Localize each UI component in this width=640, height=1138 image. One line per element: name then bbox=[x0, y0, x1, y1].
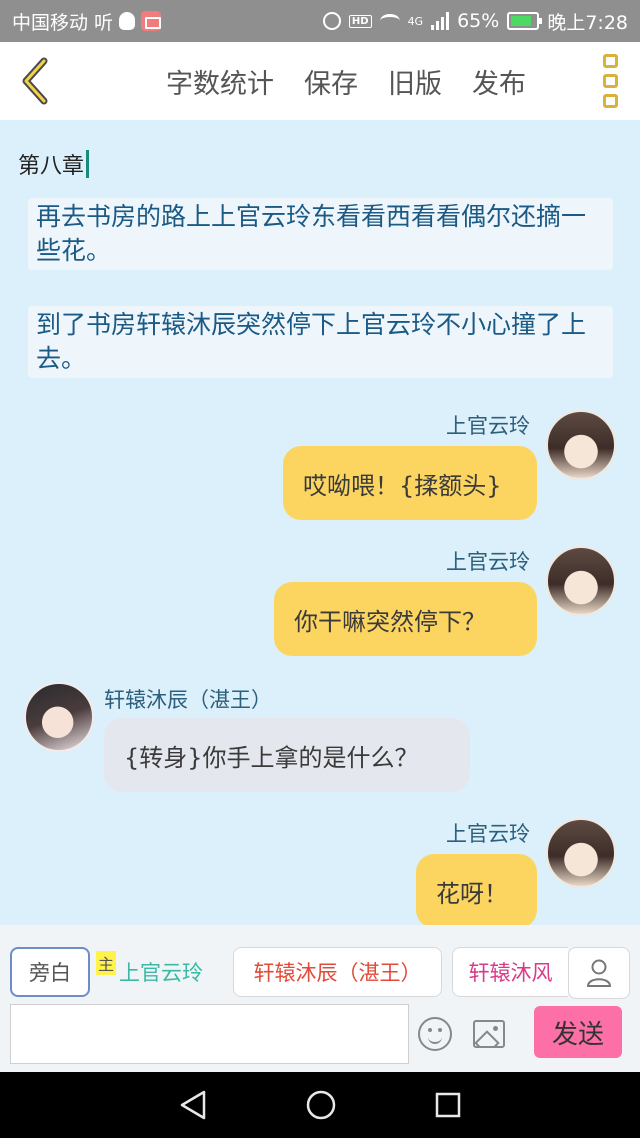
wifi-icon bbox=[379, 14, 400, 28]
speaker-name: 上官云玲 bbox=[446, 414, 530, 438]
send-button[interactable]: 发送 bbox=[534, 1006, 622, 1058]
back-triangle-icon[interactable] bbox=[178, 1089, 208, 1121]
old-version-button[interactable]: 旧版 bbox=[388, 62, 442, 101]
home-circle-icon[interactable] bbox=[305, 1089, 337, 1121]
image-icon[interactable] bbox=[473, 1020, 505, 1048]
status-bar: 中国移动 听 HD 4G 65% 晚上7:28 bbox=[0, 0, 640, 42]
alarm-icon bbox=[322, 12, 341, 30]
word-count-button[interactable]: 字数统计 bbox=[166, 62, 274, 101]
avatar[interactable] bbox=[24, 682, 94, 752]
speaker-name: 轩辕沐辰（湛王） bbox=[104, 688, 272, 712]
hd-icon: HD bbox=[348, 14, 372, 28]
app-header: 字数统计 保存 旧版 发布 bbox=[0, 42, 640, 120]
back-button[interactable] bbox=[0, 42, 70, 120]
user-icon bbox=[586, 959, 612, 987]
text-cursor bbox=[86, 150, 90, 178]
dialog-bubble[interactable]: 哎呦喂！{揉额头} bbox=[283, 446, 537, 520]
chapter-title[interactable]: 第八章 bbox=[18, 148, 90, 180]
signal-icon bbox=[431, 12, 450, 30]
avatar[interactable] bbox=[546, 818, 616, 888]
carrier-extra-label: 听 bbox=[94, 11, 114, 34]
dialog-bubble[interactable]: 你干嘛突然停下？ bbox=[274, 582, 537, 656]
dialog-bubble[interactable]: 花呀！ bbox=[416, 854, 537, 925]
clock: 晚上7:28 bbox=[547, 11, 628, 34]
carrier-label: 中国移动 bbox=[12, 11, 89, 34]
dialog-bubble[interactable]: {转身}你手上拿的是什么？ bbox=[104, 718, 470, 792]
recents-square-icon[interactable] bbox=[434, 1091, 462, 1119]
battery-icon bbox=[507, 12, 543, 30]
more-vertical-icon[interactable] bbox=[603, 54, 618, 108]
role-manager-button[interactable] bbox=[568, 947, 630, 999]
avatar[interactable] bbox=[546, 410, 616, 480]
system-nav-bar bbox=[0, 1072, 640, 1138]
chapter-title-text: 第八章 bbox=[18, 154, 85, 179]
narration-card[interactable]: 到了书房轩辕沐辰突然停下上官云玲不小心撞了上去。 bbox=[28, 306, 613, 378]
role-chip-xuanyuan-mufeng[interactable]: 轩辕沐风 bbox=[452, 947, 568, 997]
narration-card[interactable]: 再去书房的路上上官云玲东看看西看看偶尔还摘一些花。 bbox=[28, 198, 613, 270]
message-input[interactable] bbox=[10, 1004, 409, 1064]
status-right: HD 4G 65% 晚上7:28 bbox=[322, 8, 628, 35]
composer-panel: 旁白 主 上官云玲 轩辕沐辰（湛王） 轩辕沐风 发送 bbox=[0, 925, 640, 1072]
role-chip-narrator[interactable]: 旁白 bbox=[10, 947, 90, 997]
emoji-icon[interactable] bbox=[418, 1017, 452, 1051]
role-chip-xuanyuan-muchen[interactable]: 轩辕沐辰（湛王） bbox=[233, 947, 442, 997]
speaker-name: 上官云玲 bbox=[446, 550, 530, 574]
save-button[interactable]: 保存 bbox=[304, 62, 358, 101]
status-left: 中国移动 听 bbox=[12, 8, 162, 35]
publish-button[interactable]: 发布 bbox=[472, 62, 526, 101]
battery-percent: 65% bbox=[457, 10, 500, 32]
header-actions: 字数统计 保存 旧版 发布 bbox=[166, 62, 526, 101]
role-chip-shangguan[interactable]: 上官云玲 bbox=[96, 947, 226, 997]
mail-icon bbox=[141, 11, 162, 31]
chat-area[interactable]: 第八章 再去书房的路上上官云玲东看看西看看偶尔还摘一些花。 到了书房轩辕沐辰突然… bbox=[0, 120, 640, 925]
chevron-left-icon bbox=[22, 57, 48, 105]
avatar[interactable] bbox=[546, 546, 616, 616]
speaker-name: 上官云玲 bbox=[446, 822, 530, 846]
qq-icon bbox=[119, 12, 136, 30]
network-type-label: 4G bbox=[407, 14, 424, 28]
